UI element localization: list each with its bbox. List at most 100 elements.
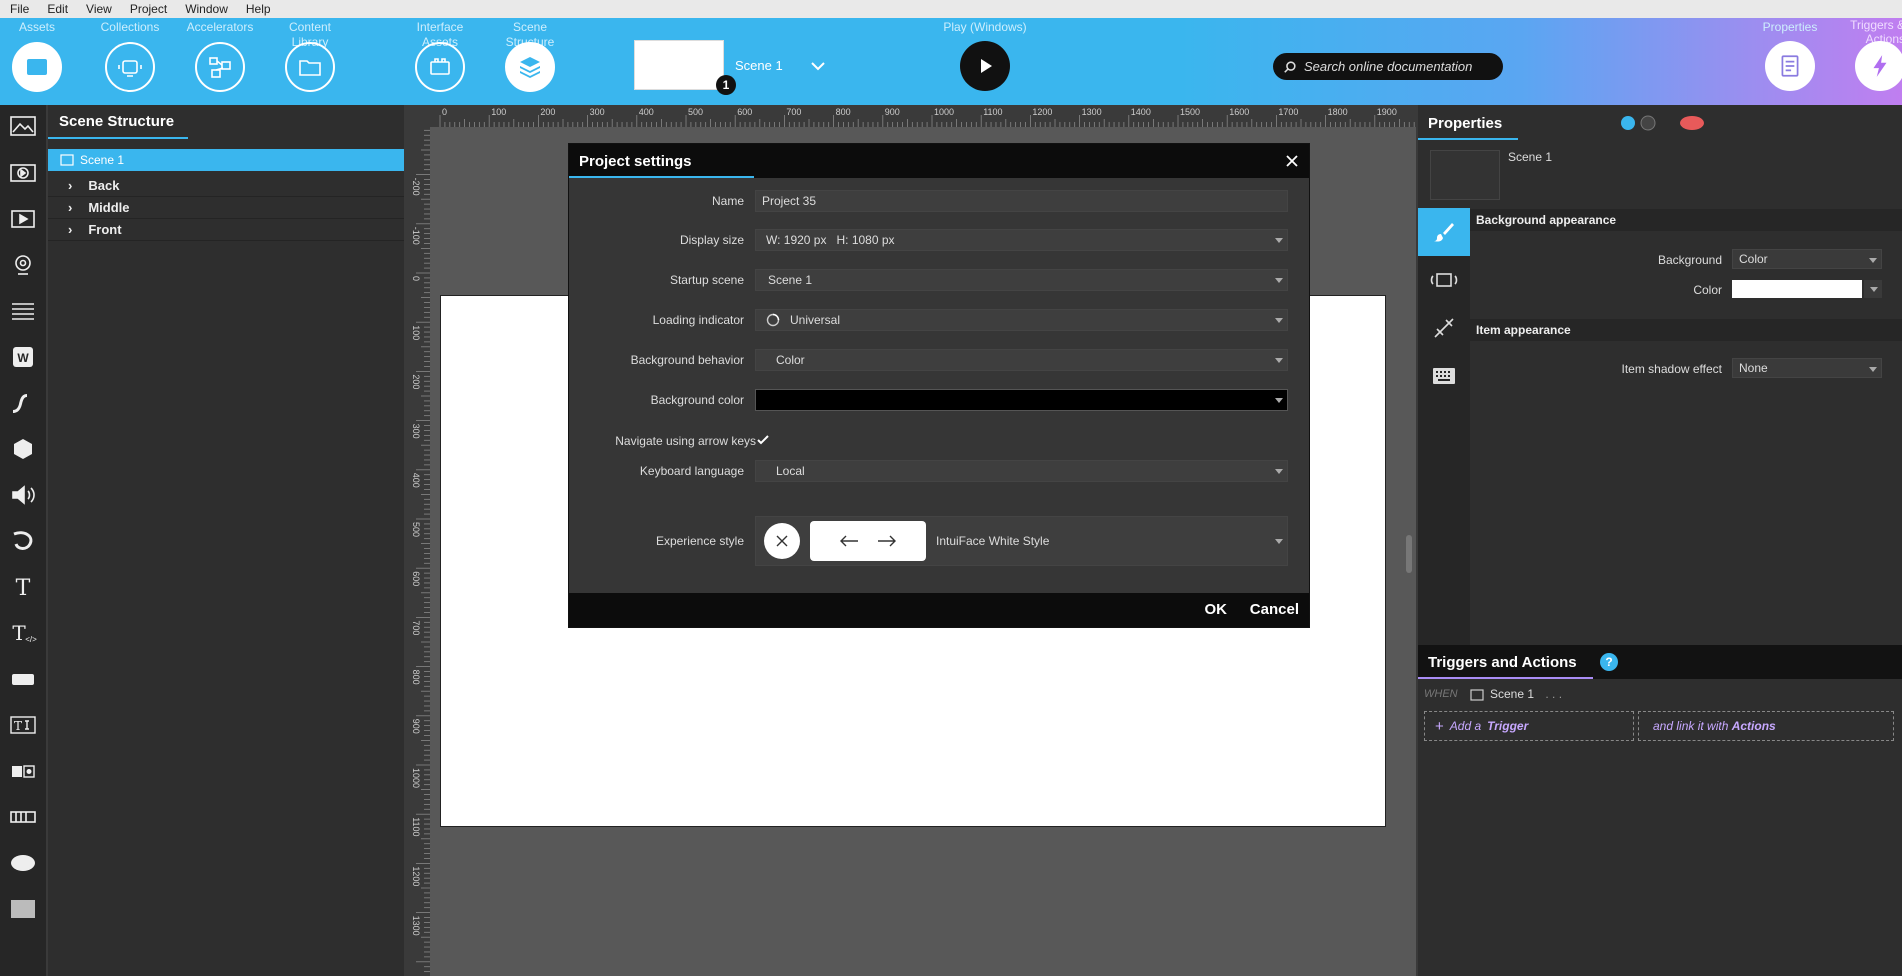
color-dropdown[interactable] xyxy=(1864,280,1882,298)
ok-button[interactable]: OK xyxy=(1205,601,1228,618)
arrow-left-icon xyxy=(840,535,858,547)
cancel-button[interactable]: Cancel xyxy=(1250,601,1299,618)
background-select-value: Color xyxy=(1739,252,1768,266)
background-select[interactable]: Color xyxy=(1732,249,1882,269)
name-field[interactable]: Project 35 xyxy=(755,190,1288,212)
ruler-label: 900 xyxy=(885,107,900,117)
add-trigger-button[interactable]: + Add a Trigger xyxy=(1424,711,1634,741)
text-input-icon[interactable]: T xyxy=(8,712,38,738)
properties-scene-name: Scene 1 xyxy=(1508,150,1553,164)
assets-icon[interactable] xyxy=(12,42,62,92)
menu-edit[interactable]: Edit xyxy=(47,2,68,16)
folder-icon[interactable] xyxy=(285,42,335,92)
chevron-right-icon[interactable]: › xyxy=(68,200,72,215)
background-behavior-select[interactable]: Color xyxy=(755,349,1288,371)
menu-help[interactable]: Help xyxy=(246,2,271,16)
ruler-label: 0 xyxy=(411,276,421,281)
html-text-icon[interactable]: T </> xyxy=(8,620,38,646)
search-input[interactable]: Search online documentation xyxy=(1273,53,1503,80)
ruler-label: 1400 xyxy=(1131,107,1151,117)
display-size-value: W: 1920 px H: 1080 px xyxy=(766,233,895,247)
arrows-preview xyxy=(810,521,926,561)
help-button[interactable]: ? xyxy=(1600,653,1618,671)
menu-project[interactable]: Project xyxy=(130,2,167,16)
tree-item-layer[interactable]: › Middle xyxy=(48,197,404,219)
search-icon xyxy=(1284,60,1296,73)
color-swatch[interactable] xyxy=(1732,280,1862,298)
toolbar-collections-label: Collections xyxy=(100,20,160,34)
toolbar-properties-label: Properties xyxy=(1762,20,1818,34)
caret-down-icon xyxy=(1275,398,1283,403)
current-scene-name[interactable]: Scene 1 xyxy=(735,58,783,73)
media-player-icon[interactable] xyxy=(8,206,38,232)
spiral-icon[interactable] xyxy=(8,528,38,554)
canvas-scroll-handle[interactable] xyxy=(1406,535,1412,573)
interface-assets-icon[interactable] xyxy=(415,42,465,92)
text-icon[interactable]: T xyxy=(8,574,38,600)
close-icon[interactable] xyxy=(1281,150,1303,172)
background-color-picker[interactable] xyxy=(755,389,1288,411)
trigger-more-dots[interactable]: . . . xyxy=(1545,687,1562,701)
web-icon[interactable]: W xyxy=(8,344,38,370)
play-label: Play (Windows) xyxy=(943,20,1027,34)
properties-button[interactable] xyxy=(1765,41,1815,91)
scene-structure-panel: Scene Structure Scene 1 › Back › Middle … xyxy=(48,105,404,976)
navigate-arrows-checkbox[interactable] xyxy=(755,432,771,448)
chevron-right-icon[interactable]: › xyxy=(68,222,72,237)
webcam-icon[interactable] xyxy=(8,252,38,278)
dialog-header: Project settings xyxy=(569,144,1309,178)
chevron-right-icon[interactable]: › xyxy=(68,178,72,193)
accelerators-icon[interactable] xyxy=(195,42,245,92)
image-icon[interactable] xyxy=(8,113,38,139)
menu-window[interactable]: Window xyxy=(185,2,228,16)
scene-thumbnail[interactable] xyxy=(634,40,724,90)
tree-item-layer-label: Middle xyxy=(88,200,130,215)
menu-view[interactable]: View xyxy=(86,2,112,16)
loading-indicator-select[interactable]: Universal xyxy=(755,309,1288,331)
flash-icon[interactable] xyxy=(8,390,38,416)
toolbar-assets-label: Assets xyxy=(18,20,55,34)
rectangle-icon[interactable] xyxy=(8,896,38,922)
ruler-label: -100 xyxy=(411,227,421,245)
background-label: Background xyxy=(1657,253,1722,267)
toggle-icon[interactable] xyxy=(8,758,38,784)
ruler-label: 700 xyxy=(411,620,421,635)
caret-down-icon xyxy=(1869,367,1877,372)
add-trigger-word: Trigger xyxy=(1487,719,1529,733)
layers-icon[interactable] xyxy=(505,42,555,92)
brush-icon[interactable] xyxy=(1418,208,1470,256)
experience-style-select[interactable]: IntuiFace White Style xyxy=(755,516,1288,566)
play-button[interactable] xyxy=(960,41,1010,91)
keyboard-language-select[interactable]: Local xyxy=(755,460,1288,482)
tree-item-layer[interactable]: › Back xyxy=(48,175,404,197)
svg-text:</>: </> xyxy=(25,635,37,644)
slider-icon[interactable] xyxy=(8,804,38,830)
main-toolbar: Assets Collections Accelerators Content … xyxy=(0,18,1902,105)
scene-structure-title: Scene Structure xyxy=(59,113,175,130)
shadow-select[interactable]: None xyxy=(1732,358,1882,378)
lightning-icon xyxy=(1873,55,1887,77)
frame-icon[interactable] xyxy=(1418,256,1470,304)
audio-icon[interactable] xyxy=(8,482,38,508)
triggers-button[interactable] xyxy=(1855,41,1902,91)
startup-scene-select[interactable]: Scene 1 xyxy=(755,269,1288,291)
link-actions-button[interactable]: and link it with Actions xyxy=(1638,711,1894,741)
scene-icon xyxy=(1470,689,1484,701)
tree-item-scene[interactable]: Scene 1 xyxy=(48,149,404,171)
ruler-label: 1300 xyxy=(411,916,421,936)
3d-object-icon[interactable] xyxy=(8,436,38,462)
ruler-label: 1100 xyxy=(983,107,1002,117)
startup-scene-value: Scene 1 xyxy=(768,273,813,287)
menu-file[interactable]: File xyxy=(10,2,29,16)
keyboard-icon[interactable] xyxy=(1418,352,1470,400)
collections-icon[interactable] xyxy=(105,42,155,92)
tree-item-layer[interactable]: › Front xyxy=(48,219,404,241)
plus-icon: + xyxy=(1435,717,1444,735)
pen-ruler-icon[interactable] xyxy=(1418,304,1470,352)
button-icon[interactable] xyxy=(8,666,38,692)
video-icon[interactable] xyxy=(8,160,38,186)
ellipse-icon[interactable] xyxy=(8,850,38,876)
display-size-select[interactable]: W: 1920 px H: 1080 px xyxy=(755,229,1288,251)
list-icon[interactable] xyxy=(8,298,38,324)
chevron-down-icon[interactable] xyxy=(808,56,828,76)
